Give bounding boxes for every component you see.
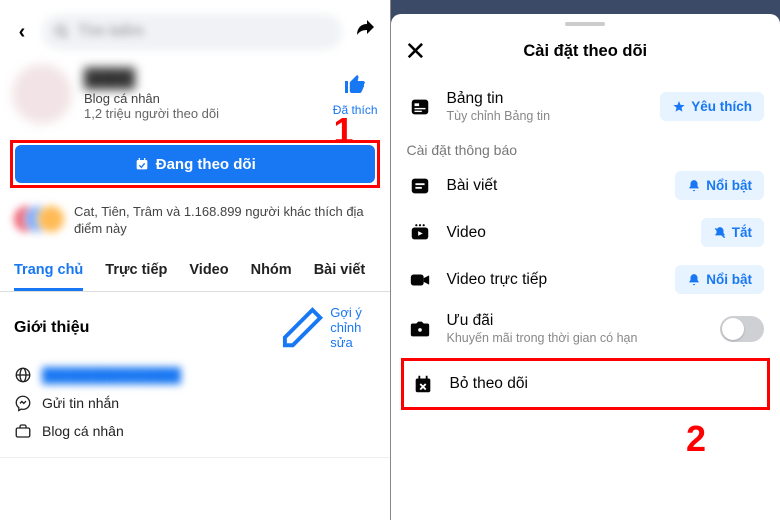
- following-button-highlight: Đang theo dõi: [10, 140, 380, 188]
- search-placeholder: Tìm kiếm: [78, 23, 144, 41]
- social-proof-text: Cat, Tiên, Trâm và 1.168.899 người khác …: [74, 204, 378, 238]
- tab-live[interactable]: Trực tiếp: [105, 250, 167, 291]
- video-row[interactable]: Video Tắt: [391, 209, 780, 256]
- briefcase-icon: [14, 422, 32, 440]
- suggest-edit-button[interactable]: Gợi ý chỉnh sửa: [279, 304, 375, 351]
- offers-label: Ưu đãi: [447, 312, 707, 330]
- search-field[interactable]: Tìm kiếm: [42, 14, 342, 50]
- newsfeed-row[interactable]: Bảng tin Tùy chỉnh Bảng tin Yêu thích: [391, 81, 780, 132]
- video-label: Video: [447, 224, 687, 242]
- unfollow-highlight: Bỏ theo dõi: [401, 358, 771, 410]
- following-button[interactable]: Đang theo dõi: [15, 145, 375, 183]
- pencil-icon: [279, 304, 326, 351]
- thumbs-up-icon: [343, 72, 367, 96]
- bell-icon: [687, 273, 701, 287]
- live-label: Video trực tiếp: [447, 271, 662, 289]
- video-pill-label: Tắt: [732, 225, 752, 240]
- offers-row[interactable]: Ưu đãi Khuyến mãi trong thời gian có hạn: [391, 303, 780, 354]
- favorite-label: Yêu thích: [691, 99, 752, 114]
- unfollow-icon: [412, 373, 434, 395]
- profile-avatar[interactable]: [12, 64, 72, 124]
- offers-toggle[interactable]: [720, 316, 764, 342]
- about-blog-label: Blog cá nhân: [42, 423, 124, 439]
- star-icon: [672, 100, 686, 114]
- posts-label: Bài viết: [447, 177, 662, 195]
- bell-icon: [687, 179, 701, 193]
- newsfeed-sublabel: Tùy chỉnh Bảng tin: [447, 109, 647, 123]
- follower-count: 1,2 triệu người theo dõi: [84, 106, 321, 121]
- tab-video[interactable]: Video: [189, 250, 228, 291]
- about-message-row[interactable]: Gửi tin nhắn: [14, 389, 376, 417]
- unfollow-row[interactable]: Bỏ theo dõi: [404, 361, 768, 407]
- step-marker-1: 1: [333, 110, 353, 152]
- following-icon: [134, 156, 150, 172]
- posts-pill[interactable]: Nổi bật: [675, 171, 764, 200]
- share-button[interactable]: [350, 17, 380, 47]
- share-icon: [353, 17, 377, 41]
- tab-group[interactable]: Nhóm: [251, 250, 292, 291]
- live-icon: [409, 269, 431, 291]
- live-row[interactable]: Video trực tiếp Nổi bật: [391, 256, 780, 303]
- live-pill[interactable]: Nổi bật: [675, 265, 764, 294]
- video-icon: [409, 222, 431, 244]
- posts-icon: [409, 175, 431, 197]
- sheet-title: Cài đặt theo dõi: [433, 42, 767, 61]
- unfollow-label: Bỏ theo dõi: [450, 375, 762, 393]
- globe-icon: [14, 366, 32, 384]
- about-link-row[interactable]: ██████████████: [14, 361, 376, 389]
- about-header: Giới thiệu: [14, 319, 89, 337]
- back-button[interactable]: ‹: [10, 21, 34, 44]
- profile-tabs: Trang chủ Trực tiếp Video Nhóm Bài viết: [0, 250, 390, 292]
- offers-sublabel: Khuyến mãi trong thời gian có hạn: [447, 331, 707, 345]
- social-avatars: [12, 204, 64, 238]
- step-marker-2: 2: [686, 418, 706, 460]
- profile-name: ████: [84, 68, 321, 89]
- live-pill-label: Nổi bật: [706, 272, 752, 287]
- newsfeed-icon: [409, 96, 431, 118]
- search-icon: [54, 24, 70, 40]
- posts-row[interactable]: Bài viết Nổi bật: [391, 162, 780, 209]
- tab-posts[interactable]: Bài viết: [314, 250, 366, 291]
- suggest-edit-label: Gợi ý chỉnh sửa: [330, 305, 375, 350]
- video-pill[interactable]: Tắt: [701, 218, 764, 247]
- following-label: Đang theo dõi: [156, 156, 256, 173]
- tab-home[interactable]: Trang chủ: [14, 250, 83, 291]
- favorite-button[interactable]: Yêu thích: [660, 92, 764, 121]
- offers-icon: [409, 318, 431, 340]
- bell-off-icon: [713, 226, 727, 240]
- posts-pill-label: Nổi bật: [706, 178, 752, 193]
- notif-settings-header: Cài đặt thông báo: [391, 132, 780, 162]
- profile-bio: Blog cá nhân: [84, 91, 321, 106]
- messenger-icon: [14, 394, 32, 412]
- about-message-label: Gửi tin nhắn: [42, 395, 119, 411]
- about-blog-row[interactable]: Blog cá nhân: [14, 417, 376, 445]
- close-button[interactable]: ✕: [405, 36, 433, 67]
- newsfeed-label: Bảng tin: [447, 90, 647, 108]
